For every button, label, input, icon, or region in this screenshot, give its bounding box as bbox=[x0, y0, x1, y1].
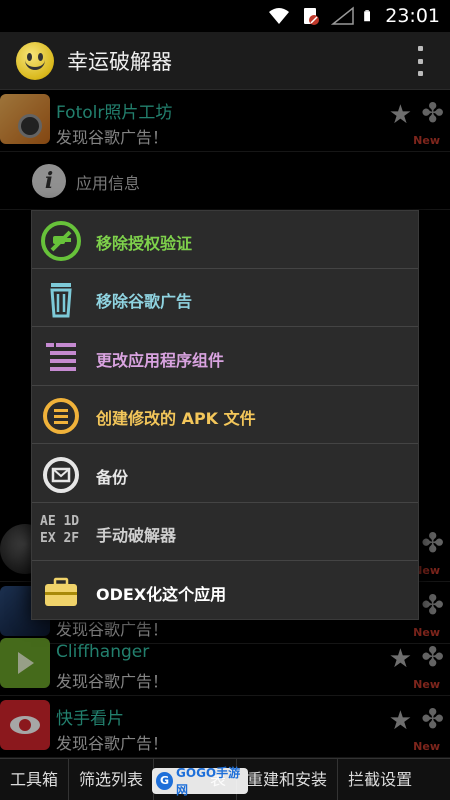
menu-item-label: 移除授权验证 bbox=[96, 234, 193, 253]
clock: 23:01 bbox=[385, 5, 440, 27]
menu-item-backup[interactable]: 备份 bbox=[32, 445, 418, 503]
toolbox-icon bbox=[45, 577, 77, 606]
apk-create-icon bbox=[43, 398, 79, 434]
backup-icon bbox=[43, 457, 79, 493]
watermark-icon: G bbox=[156, 772, 174, 790]
tab-toolbox[interactable]: 工具箱 bbox=[0, 758, 70, 800]
components-icon bbox=[46, 343, 76, 371]
app-title: 幸运破解器 bbox=[67, 49, 172, 74]
watermark-text: GOGO手游网 bbox=[176, 766, 241, 797]
status-bar: 23:01 bbox=[0, 0, 450, 32]
sim-blocked-icon bbox=[304, 8, 320, 25]
watermark-logo: G GOGO手游网 bbox=[152, 766, 248, 797]
menu-item-label: 移除谷歌广告 bbox=[96, 292, 193, 311]
wifi-icon bbox=[269, 8, 290, 24]
signal-icon bbox=[331, 6, 354, 25]
tab-intercept-settings[interactable]: 拦截设置 bbox=[338, 759, 422, 800]
menu-item-odex[interactable]: ODEX化这个应用 bbox=[32, 562, 418, 620]
battery-icon bbox=[364, 10, 371, 22]
context-menu: 移除授权验证 移除谷歌广告 更改应用程序组件 创建修改的 APK 文件 备份 A… bbox=[31, 210, 419, 620]
no-license-icon bbox=[41, 221, 81, 261]
app-logo-icon bbox=[16, 41, 54, 80]
menu-item-label: ODEX化这个应用 bbox=[96, 585, 227, 604]
menu-item-label: 创建修改的 APK 文件 bbox=[96, 409, 256, 428]
menu-item-label: 备份 bbox=[96, 468, 129, 487]
menu-item-manual-patcher[interactable]: AE 1D EX 2F 手动破解器 bbox=[32, 503, 418, 561]
menu-item-label: 手动破解器 bbox=[96, 526, 177, 545]
action-bar: 幸运破解器 bbox=[0, 32, 450, 90]
menu-item-remove-ads[interactable]: 移除谷歌广告 bbox=[32, 269, 418, 327]
tab-filter-list[interactable]: 筛选列表 bbox=[69, 758, 155, 800]
menu-item-change-components[interactable]: 更改应用程序组件 bbox=[32, 328, 418, 386]
tab-rebuild-install[interactable]: 重建和安装 bbox=[237, 758, 339, 800]
menu-item-create-apk[interactable]: 创建修改的 APK 文件 bbox=[32, 386, 418, 444]
manual-patcher-icon: AE 1D EX 2F bbox=[40, 514, 80, 546]
menu-item-remove-license[interactable]: 移除授权验证 bbox=[32, 211, 418, 269]
trash-icon bbox=[50, 283, 72, 318]
menu-item-label: 更改应用程序组件 bbox=[96, 351, 225, 370]
overflow-menu-icon[interactable] bbox=[416, 46, 424, 76]
